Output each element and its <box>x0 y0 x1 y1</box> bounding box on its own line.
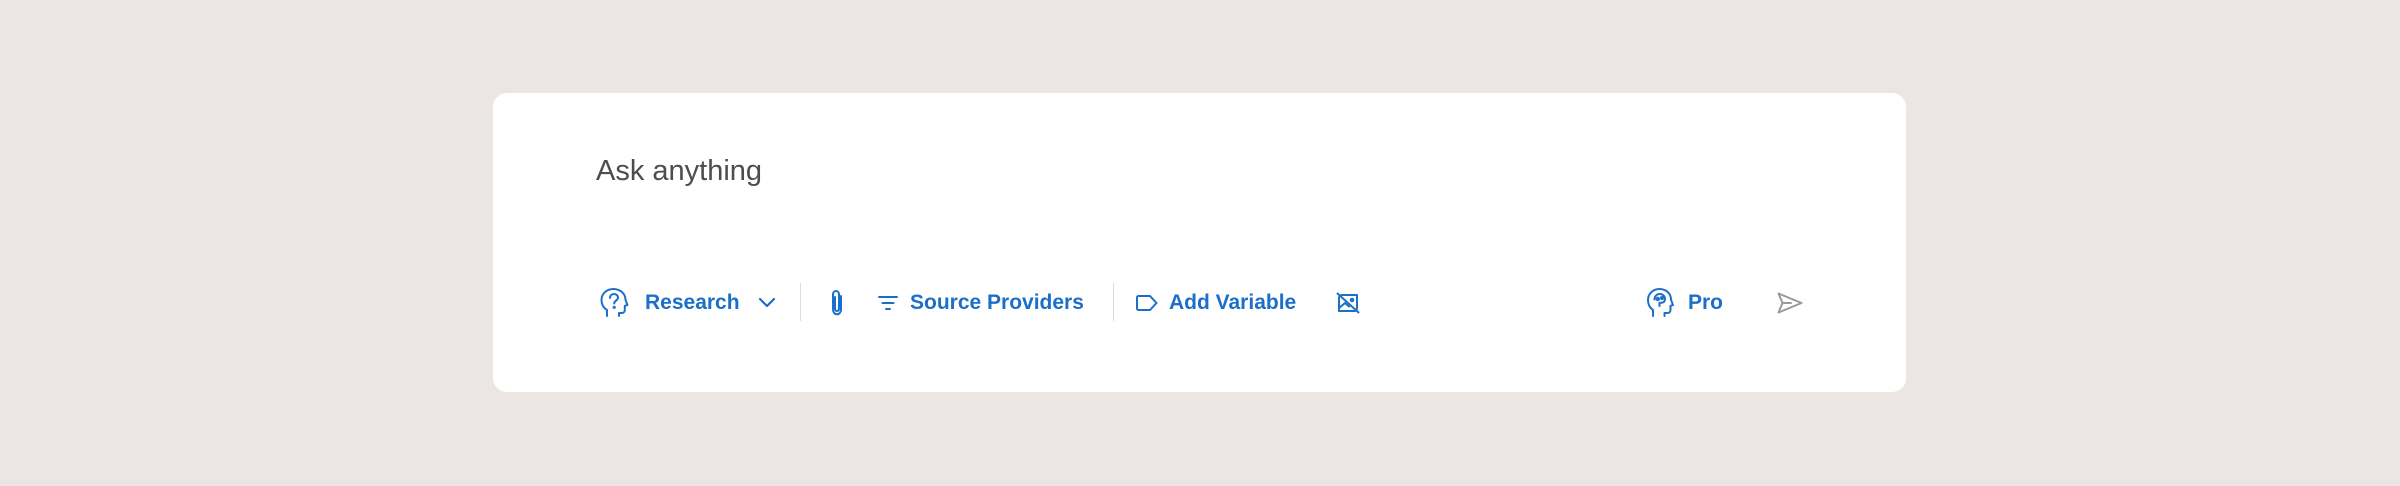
prompt-input[interactable] <box>596 149 1796 193</box>
toolbar-divider <box>800 283 801 321</box>
chevron-down-icon <box>757 293 777 313</box>
attach-button[interactable] <box>825 273 849 333</box>
prompt-card: Research <box>493 93 1906 392</box>
paperclip-icon <box>825 287 849 319</box>
mode-selector-button[interactable]: Research <box>598 273 777 333</box>
model-selector-label: Pro <box>1688 291 1724 314</box>
head-brain-icon <box>1645 287 1675 319</box>
source-providers-button[interactable]: Source Providers <box>875 273 1084 333</box>
send-button[interactable] <box>1774 273 1806 333</box>
model-selector-button[interactable]: Pro <box>1645 273 1723 333</box>
send-icon <box>1774 287 1806 319</box>
source-providers-label: Source Providers <box>910 291 1084 314</box>
toolbar-divider <box>1113 283 1114 321</box>
tag-icon <box>1134 290 1160 316</box>
mode-selector-label: Research <box>645 291 740 314</box>
image-off-icon <box>1335 290 1361 316</box>
head-question-icon <box>598 287 630 319</box>
image-toggle-button[interactable] <box>1335 273 1361 333</box>
filter-icon <box>875 290 901 316</box>
composer-toolbar: Research Source Providers Add Variable P… <box>493 273 1906 333</box>
add-variable-button[interactable]: Add Variable <box>1134 273 1296 333</box>
add-variable-label: Add Variable <box>1169 291 1297 314</box>
